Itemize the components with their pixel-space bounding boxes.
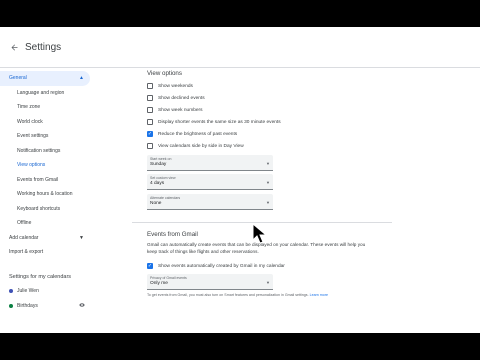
settings-window: Settings General ▲ Language and region T… [0, 27, 480, 333]
page-title: Settings [25, 41, 62, 53]
back-arrow-icon[interactable] [7, 40, 21, 54]
select-value: Sunday [150, 162, 167, 167]
select-label: Start week on [150, 157, 172, 161]
sidebar-item-notification-settings[interactable]: Notification settings [0, 144, 90, 159]
checkbox[interactable] [147, 95, 153, 101]
dropdown-arrow-icon: ▼ [266, 180, 270, 185]
sidebar-item-view-options[interactable]: View options [0, 158, 90, 173]
checkbox-label: Show week numbers [158, 107, 203, 113]
checkbox-label: View calendars side by side in Day View [158, 143, 244, 149]
calendar-name: Julie Wen [17, 288, 39, 294]
view-options-title: View options [147, 70, 182, 77]
checkbox[interactable] [147, 119, 153, 125]
dropdown-arrow-icon: ▼ [266, 161, 270, 166]
checkbox[interactable] [147, 143, 153, 149]
checkbox-row-declined-events[interactable]: Show declined events [147, 95, 205, 101]
checkbox-row-reduce-brightness[interactable]: ✓ Reduce the brightness of past events [147, 131, 237, 137]
gmail-privacy-select[interactable]: Privacy of Gmail events Only me ▼ [147, 274, 273, 290]
sidebar-item-keyboard-shortcuts[interactable]: Keyboard shortcuts [0, 202, 90, 217]
checkbox-row-show-weekends[interactable]: Show weekends [147, 83, 193, 89]
gmail-note-text: To get events from Gmail, you must also … [147, 293, 309, 297]
checkbox-row-week-numbers[interactable]: Show week numbers [147, 107, 203, 113]
checkbox[interactable] [147, 107, 153, 113]
select-label: Alternate calendars [150, 196, 181, 200]
checkbox-label: Reduce the brightness of past events [158, 131, 238, 137]
sidebar-general-label: General [9, 75, 27, 82]
calendar-item-julie-wen[interactable]: Julie Wen [0, 284, 90, 299]
chevron-down-icon[interactable]: ▼ [79, 235, 84, 241]
gmail-note: To get events from Gmail, you must also … [147, 293, 369, 298]
sidebar-item-time-zone[interactable]: Time zone [0, 100, 90, 115]
checkbox-row-gmail-events[interactable]: ✓ Show events automatically created by G… [147, 263, 285, 269]
select-value: None [150, 201, 162, 206]
mouse-cursor-icon [252, 223, 268, 244]
select-value: Only me [150, 281, 168, 286]
calendar-color-dot [9, 289, 13, 293]
sidebar-item-general[interactable]: General ▲ [0, 71, 90, 86]
chevron-up-icon[interactable]: ▲ [79, 75, 84, 81]
sidebar-item-add-calendar[interactable]: Add calendar ▼ [0, 231, 90, 246]
sidebar-item-events-from-gmail[interactable]: Events from Gmail [0, 173, 90, 188]
select-value: 4 days [150, 181, 165, 186]
checkbox-label: Show events automatically created by Gma… [158, 263, 285, 269]
calendar-color-dot [9, 304, 13, 308]
add-calendar-label: Add calendar [9, 234, 39, 241]
select-label: Set custom view [150, 176, 176, 180]
dropdown-arrow-icon: ▼ [266, 200, 270, 205]
calendar-item-birthdays[interactable]: Birthdays [0, 299, 90, 314]
events-from-gmail-title: Events from Gmail [147, 231, 198, 238]
select-label: Privacy of Gmail events [150, 276, 187, 280]
sidebar-item-offline[interactable]: Offline [0, 216, 90, 231]
settings-sidebar: General ▲ Language and region Time zone … [0, 71, 90, 333]
checkbox-label: Show weekends [158, 83, 193, 89]
top-bar: Settings [0, 27, 480, 67]
sidebar-item-working-hours[interactable]: Working hours & location [0, 187, 90, 202]
checkbox-checked[interactable]: ✓ [147, 263, 153, 269]
eye-icon[interactable] [79, 302, 85, 310]
checkbox-label: Show declined events [158, 95, 205, 101]
checkbox-row-shorter-events[interactable]: Display shorter events the same size as … [147, 119, 281, 125]
learn-more-link[interactable]: Learn more [310, 293, 328, 297]
settings-main: View options Show weekends Show declined… [132, 67, 392, 333]
alternate-calendars-select[interactable]: Alternate calendars None ▼ [147, 194, 273, 210]
sidebar-item-world-clock[interactable]: World clock [0, 115, 90, 130]
checkbox[interactable] [147, 83, 153, 89]
checkbox-row-side-by-side[interactable]: View calendars side by side in Day View [147, 143, 244, 149]
sidebar-item-language[interactable]: Language and region [0, 86, 90, 101]
checkbox-label: Display shorter events the same size as … [158, 119, 281, 125]
dropdown-arrow-icon: ▼ [266, 280, 270, 285]
start-week-select[interactable]: Start week on Sunday ▼ [147, 155, 273, 171]
my-calendars-heading: Settings for my calendars [9, 273, 72, 280]
custom-view-select[interactable]: Set custom view 4 days ▼ [147, 174, 273, 190]
sidebar-item-event-settings[interactable]: Event settings [0, 129, 90, 144]
sidebar-item-import-export[interactable]: Import & export [0, 245, 90, 260]
calendar-name: Birthdays [17, 303, 38, 309]
checkbox-checked[interactable]: ✓ [147, 131, 153, 137]
